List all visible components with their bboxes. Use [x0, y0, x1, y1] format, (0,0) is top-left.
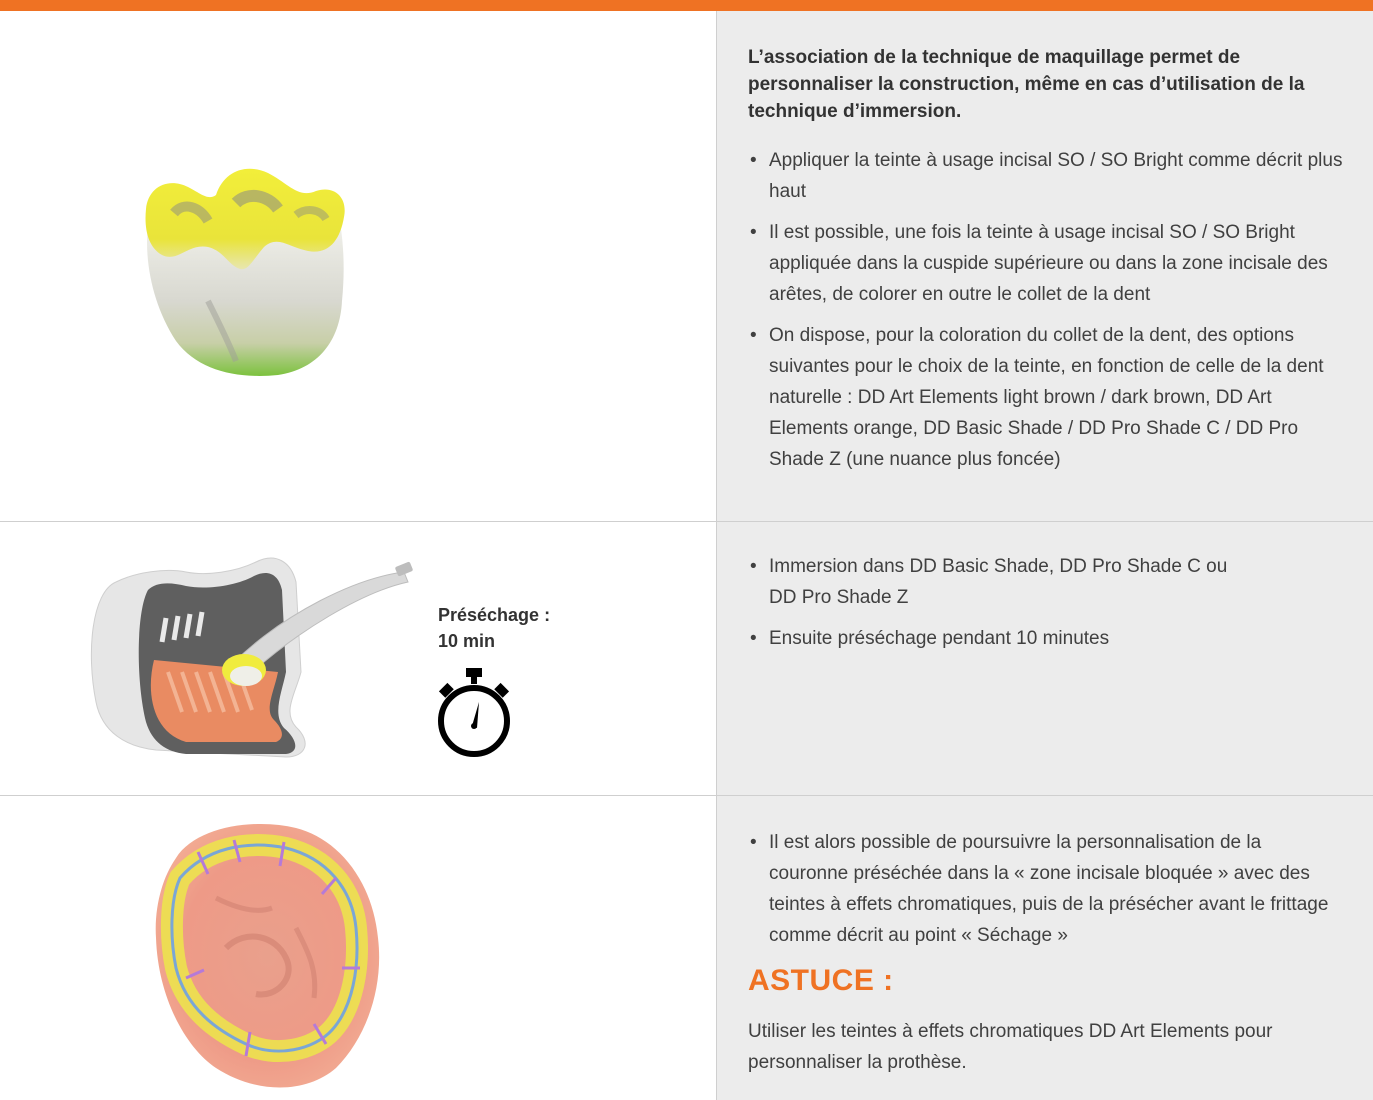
illustration-cell: [0, 11, 716, 521]
illustration-cell: Préséchage : 10 min: [0, 522, 716, 795]
list-item: Il est alors possible de poursuivre la p…: [748, 827, 1329, 951]
section-incisal-coloring: L’association de la technique de maquill…: [0, 11, 1373, 521]
accent-top-bar: [0, 0, 1373, 11]
text-cell: Il est alors possible de poursuivre la p…: [716, 796, 1373, 1100]
immersion-container-icon: [90, 557, 413, 758]
tip-text: Utiliser les teintes à effets chromatiqu…: [748, 1021, 1273, 1073]
predrying-label: Préséchage : 10 min: [438, 602, 550, 654]
illustration-cell: [0, 796, 716, 1100]
predrying-label-line1: Préséchage :: [438, 605, 551, 625]
text-cell: Immersion dans DD Basic Shade, DD Pro Sh…: [716, 522, 1373, 795]
list-item: Il est possible, une fois la teinte à us…: [748, 217, 1348, 310]
tip-heading: ASTUCE :: [748, 964, 894, 997]
tooth-occlusal-icon: [155, 823, 380, 1088]
section-effect-shades: Il est alors possible de poursuivre la p…: [0, 796, 1373, 1100]
tooth-crown-icon: [145, 168, 345, 376]
lead-paragraph: L’association de la technique de maquill…: [748, 47, 1305, 122]
bullet-list: Appliquer la teinte à usage incisal SO /…: [748, 145, 1348, 485]
predrying-label-line2: 10 min: [438, 631, 496, 651]
text-cell: L’association de la technique de maquill…: [716, 11, 1373, 521]
list-item: Ensuite préséchage pendant 10 minutes: [748, 623, 1348, 654]
bullet-list: Immersion dans DD Basic Shade, DD Pro Sh…: [748, 551, 1348, 664]
section-immersion: Préséchage : 10 min Immersion dans DD Ba…: [0, 522, 1373, 795]
list-item: Appliquer la teinte à usage incisal SO /…: [748, 145, 1348, 207]
list-item: On dispose, pour la coloration du collet…: [748, 320, 1348, 475]
stopwatch-icon: [438, 668, 510, 757]
list-item: Immersion dans DD Basic Shade, DD Pro Sh…: [748, 551, 1239, 613]
bullet-list: Il est alors possible de poursuivre la p…: [748, 827, 1348, 961]
